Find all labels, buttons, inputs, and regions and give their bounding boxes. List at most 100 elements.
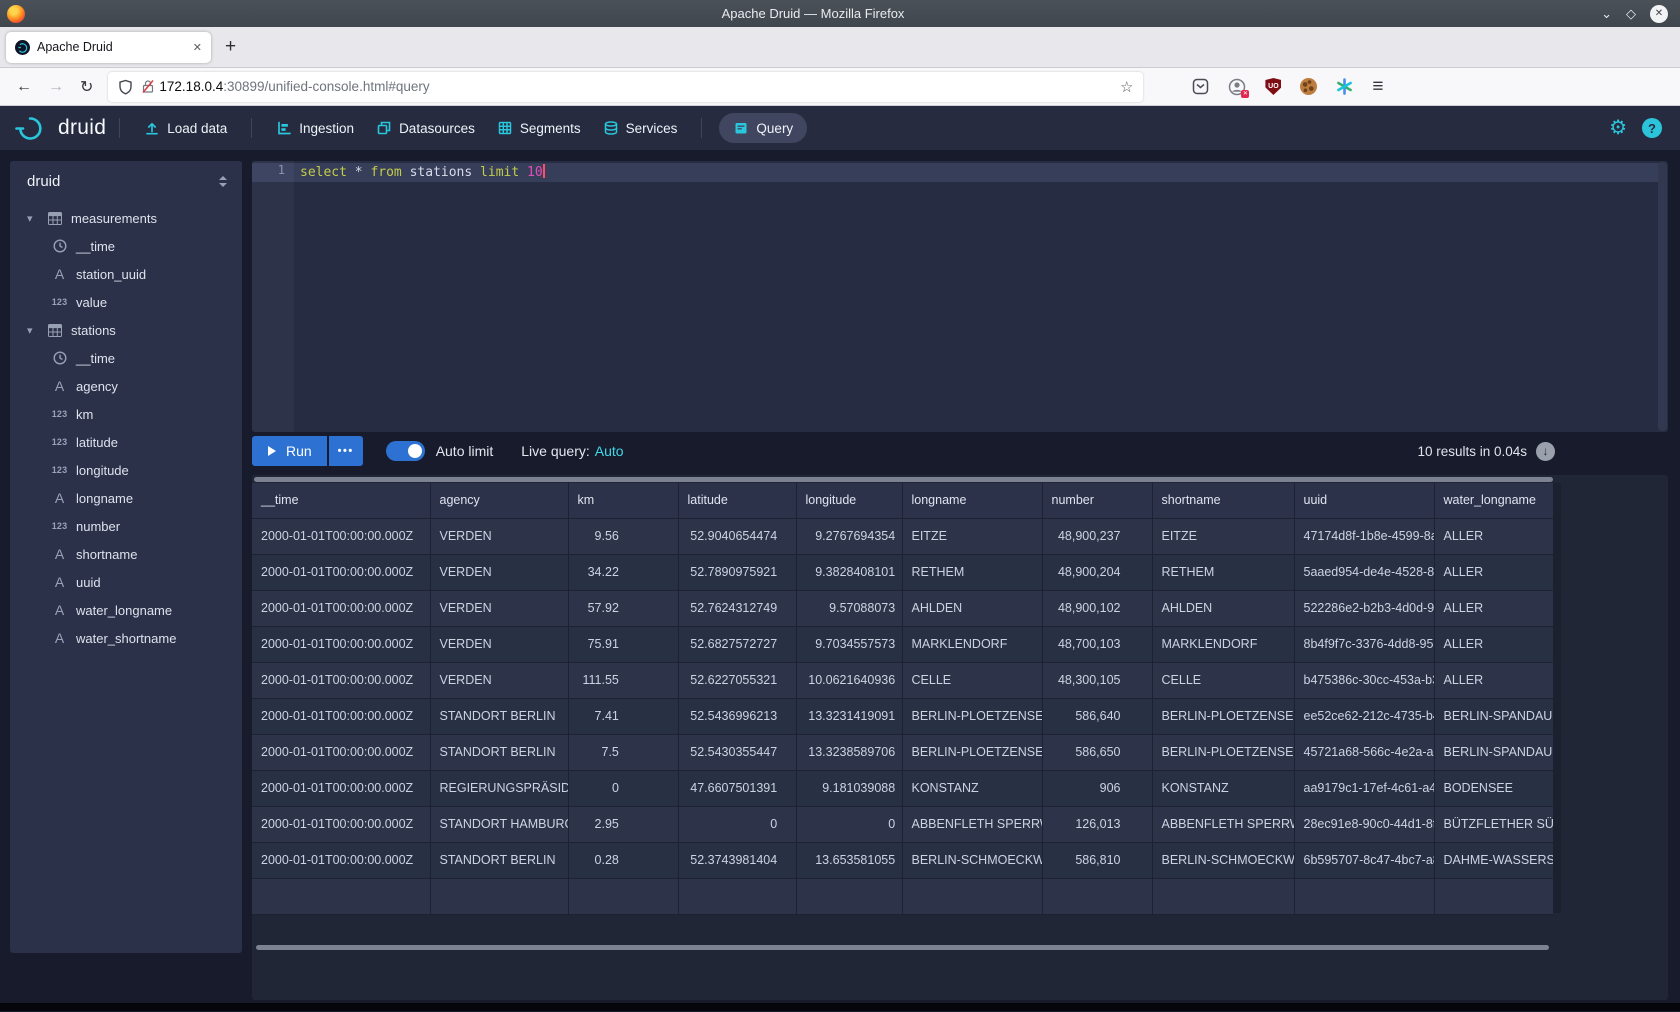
table-cell[interactable]: EITZE	[1152, 518, 1294, 554]
table-cell[interactable]: 2000-01-01T00:00:00.000Z	[252, 734, 430, 770]
table-cell[interactable]: KONSTANZ	[902, 770, 1042, 806]
reload-button[interactable]: ↻	[80, 77, 93, 97]
sql-code-line[interactable]: select * from stations limit 10	[300, 163, 545, 182]
table-cell[interactable]: 48,900,204	[1042, 554, 1152, 590]
table-cell[interactable]: 7.41	[568, 698, 678, 734]
table-cell[interactable]: 586,650	[1042, 734, 1152, 770]
download-icon[interactable]: ↓	[1536, 442, 1555, 461]
table-cell[interactable]: 48,300,105	[1042, 662, 1152, 698]
sort-icon[interactable]	[218, 175, 228, 188]
sql-editor[interactable]: 1 select * from stations limit 10	[252, 161, 1668, 432]
table-cell[interactable]: 586,640	[1042, 698, 1152, 734]
table-cell[interactable]: ALLER	[1434, 554, 1553, 590]
window-minimize-button[interactable]: ⌄	[1601, 7, 1612, 20]
nav-item-query[interactable]: Query	[719, 113, 807, 143]
sidebar-item-longname[interactable]: Alongname	[10, 484, 242, 512]
cookie-extension-icon[interactable]	[1300, 78, 1317, 95]
sidebar-item-number[interactable]: 123number	[10, 512, 242, 540]
table-cell[interactable]: 45721a68-566c-4e2a-a6	[1294, 734, 1434, 770]
column-header-number[interactable]: number	[1042, 483, 1152, 518]
nav-item-services[interactable]: Services	[592, 106, 689, 150]
table-cell[interactable]: 9.3828408101	[796, 554, 902, 590]
table-cell[interactable]: AHLDEN	[902, 590, 1042, 626]
table-cell[interactable]: 52.6227055321	[678, 662, 796, 698]
table-cell[interactable]: BERLIN-SPANDAUER-S	[1434, 698, 1553, 734]
table-cell[interactable]: CELLE	[902, 662, 1042, 698]
table-cell[interactable]: 47174d8f-1b8e-4599-8a	[1294, 518, 1434, 554]
table-cell[interactable]: 0.28	[568, 842, 678, 878]
table-cell[interactable]: 52.6827572727	[678, 626, 796, 662]
table-cell[interactable]: STANDORT HAMBURG	[430, 806, 568, 842]
table-cell[interactable]: 2000-01-01T00:00:00.000Z	[252, 518, 430, 554]
table-cell[interactable]: 52.7624312749	[678, 590, 796, 626]
nav-item-datasources[interactable]: Datasources	[365, 106, 486, 150]
browser-tab[interactable]: Apache Druid ✕	[6, 32, 211, 63]
table-cell[interactable]: 48,700,103	[1042, 626, 1152, 662]
table-cell[interactable]: 52.9040654474	[678, 518, 796, 554]
table-cell[interactable]: 2000-01-01T00:00:00.000Z	[252, 626, 430, 662]
table-cell[interactable]: 2000-01-01T00:00:00.000Z	[252, 842, 430, 878]
table-cell[interactable]: RETHEM	[1152, 554, 1294, 590]
sidebar-item-shortname[interactable]: Ashortname	[10, 540, 242, 568]
table-cell[interactable]: 13.653581055	[796, 842, 902, 878]
bookmark-star-icon[interactable]: ☆	[1120, 78, 1133, 96]
table-cell[interactable]: 2000-01-01T00:00:00.000Z	[252, 698, 430, 734]
new-tab-button[interactable]: +	[225, 36, 236, 58]
run-more-button[interactable]: •••	[329, 436, 363, 466]
window-close-button[interactable]: ✕	[1650, 5, 1668, 23]
column-header-shortname[interactable]: shortname	[1152, 483, 1294, 518]
column-header-longname[interactable]: longname	[902, 483, 1042, 518]
table-cell[interactable]: ALLER	[1434, 626, 1553, 662]
sidebar-item-stations[interactable]: ▾stations	[10, 316, 242, 344]
table-cell[interactable]: b475386c-30cc-453a-b3	[1294, 662, 1434, 698]
horizontal-scrollbar-bottom[interactable]	[256, 945, 1549, 950]
sidebar-item---time[interactable]: __time	[10, 344, 242, 372]
table-cell[interactable]: 126,013	[1042, 806, 1152, 842]
table-cell[interactable]: REGIERUNGSPRÄSIDIUM	[430, 770, 568, 806]
back-button[interactable]: ←	[16, 78, 32, 96]
table-cell[interactable]: DAHME-WASSERSTRAS	[1434, 842, 1553, 878]
table-cell[interactable]: 48,900,102	[1042, 590, 1152, 626]
table-cell[interactable]: 28ec91e8-90c0-44d1-8fc	[1294, 806, 1434, 842]
sidebar-item-station-uuid[interactable]: Astation_uuid	[10, 260, 242, 288]
table-cell[interactable]: VERDEN	[430, 662, 568, 698]
table-cell[interactable]: KONSTANZ	[1152, 770, 1294, 806]
help-icon[interactable]: ?	[1642, 118, 1662, 138]
column-header---time[interactable]: __time	[252, 483, 430, 518]
table-cell[interactable]: 5aaed954-de4e-4528-8f	[1294, 554, 1434, 590]
table-cell[interactable]: 9.2767694354	[796, 518, 902, 554]
table-cell[interactable]: ALLER	[1434, 518, 1553, 554]
table-cell[interactable]: BODENSEE	[1434, 770, 1553, 806]
table-cell[interactable]: 9.181039088	[796, 770, 902, 806]
table-cell[interactable]: ee52ce62-212c-4735-b4	[1294, 698, 1434, 734]
table-cell[interactable]: BERLIN-PLOETZENSEE C	[1152, 698, 1294, 734]
table-cell[interactable]: RETHEM	[902, 554, 1042, 590]
table-cell[interactable]: BERLIN-SCHMOECKWITZ	[1152, 842, 1294, 878]
sidebar-item-km[interactable]: 123km	[10, 400, 242, 428]
column-header-km[interactable]: km	[568, 483, 678, 518]
table-cell[interactable]: BÜTZFLETHER SÜDERE	[1434, 806, 1553, 842]
table-cell[interactable]: STANDORT BERLIN	[430, 698, 568, 734]
table-cell[interactable]: 2.95	[568, 806, 678, 842]
druid-brand[interactable]: druid	[14, 115, 106, 142]
table-cell[interactable]: 2000-01-01T00:00:00.000Z	[252, 806, 430, 842]
table-cell[interactable]: MARKLENDORF	[902, 626, 1042, 662]
sidebar-item-measurements[interactable]: ▾measurements	[10, 204, 242, 232]
table-cell[interactable]: STANDORT BERLIN	[430, 734, 568, 770]
live-query-value[interactable]: Auto	[595, 443, 624, 459]
table-cell[interactable]: BERLIN-SPANDAUER-S	[1434, 734, 1553, 770]
menu-icon[interactable]: ≡	[1372, 76, 1383, 98]
table-cell[interactable]: ABBENFLETH SPERRWEI	[1152, 806, 1294, 842]
table-cell[interactable]: EITZE	[902, 518, 1042, 554]
table-cell[interactable]: 57.92	[568, 590, 678, 626]
table-cell[interactable]: 0	[568, 770, 678, 806]
column-header-longitude[interactable]: longitude	[796, 483, 902, 518]
nav-item-ingestion[interactable]: Ingestion	[265, 106, 365, 150]
table-cell[interactable]: 8b4f9f7c-3376-4dd8-95c	[1294, 626, 1434, 662]
table-cell[interactable]: 6b595707-8c47-4bc7-a8	[1294, 842, 1434, 878]
table-cell[interactable]: BERLIN-PLOETZENSEE U	[902, 734, 1042, 770]
table-cell[interactable]: 52.5430355447	[678, 734, 796, 770]
editor-scrollbar[interactable]	[1658, 162, 1667, 431]
table-cell[interactable]: MARKLENDORF	[1152, 626, 1294, 662]
table-cell[interactable]: AHLDEN	[1152, 590, 1294, 626]
